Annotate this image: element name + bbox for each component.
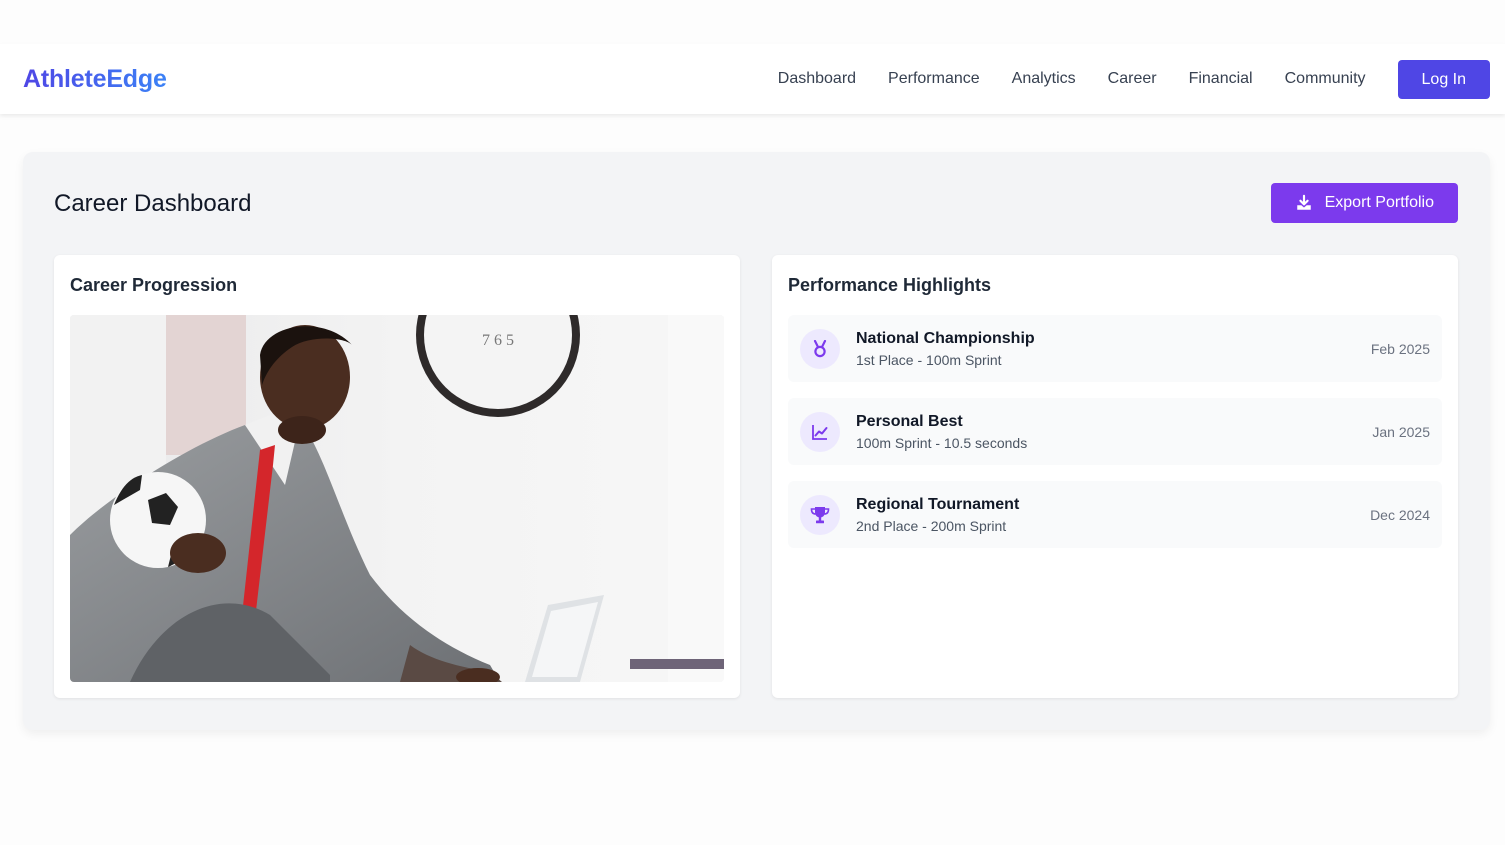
performance-highlights-title: Performance Highlights — [788, 275, 992, 295]
highlight-subtitle: 2nd Place - 200m Sprint — [856, 517, 1007, 534]
highlight-date: Dec 2024 — [1370, 506, 1430, 523]
navbar: AthleteEdge Dashboard Performance Analyt… — [0, 44, 1505, 114]
chart-line-icon — [800, 411, 840, 452]
highlight-date: Feb 2025 — [1370, 340, 1430, 357]
highlight-item[interactable]: National Championship 1st Place - 100m S… — [788, 315, 1442, 382]
career-dashboard-panel: Career Dashboard Export Portfolio Career… — [23, 152, 1490, 730]
nav-financial[interactable]: Financial — [1189, 70, 1253, 88]
highlight-date: Jan 2025 — [1372, 423, 1430, 440]
career-photo: 7 6 5 — [70, 315, 724, 682]
nav-performance[interactable]: Performance — [888, 70, 980, 88]
medal-icon — [800, 328, 840, 369]
highlights-list: National Championship 1st Place - 100m S… — [788, 315, 1442, 564]
download-icon — [1296, 194, 1311, 210]
nav-career[interactable]: Career — [1108, 70, 1157, 88]
export-portfolio-button[interactable]: Export Portfolio — [1270, 183, 1458, 223]
svg-text:7 6 5: 7 6 5 — [482, 332, 514, 349]
page-title: Career Dashboard — [54, 190, 252, 217]
nav-community[interactable]: Community — [1285, 70, 1366, 88]
highlight-item[interactable]: Regional Tournament 2nd Place - 200m Spr… — [788, 481, 1442, 548]
login-button[interactable]: Log In — [1397, 59, 1490, 99]
highlight-subtitle: 1st Place - 100m Sprint — [856, 351, 1002, 368]
nav-analytics[interactable]: Analytics — [1012, 70, 1076, 88]
career-progression-title: Career Progression — [70, 275, 238, 295]
highlight-title: National Championship — [856, 329, 1035, 347]
career-progression-card: Career Progression 7 6 5 — [54, 255, 740, 698]
nav-dashboard[interactable]: Dashboard — [778, 70, 856, 88]
trophy-icon — [800, 494, 840, 535]
highlight-item[interactable]: Personal Best 100m Sprint - 10.5 seconds… — [788, 398, 1442, 465]
main-nav: Dashboard Performance Analytics Career F… — [778, 59, 1490, 99]
export-portfolio-label: Export Portfolio — [1324, 194, 1434, 211]
top-strip — [0, 0, 1505, 44]
performance-highlights-card: Performance Highlights National Champion… — [772, 255, 1458, 698]
brand-logo[interactable]: AthleteEdge — [23, 65, 167, 94]
highlight-subtitle: 100m Sprint - 10.5 seconds — [856, 434, 1028, 451]
highlight-title: Personal Best — [856, 412, 963, 430]
highlight-title: Regional Tournament — [856, 495, 1020, 513]
